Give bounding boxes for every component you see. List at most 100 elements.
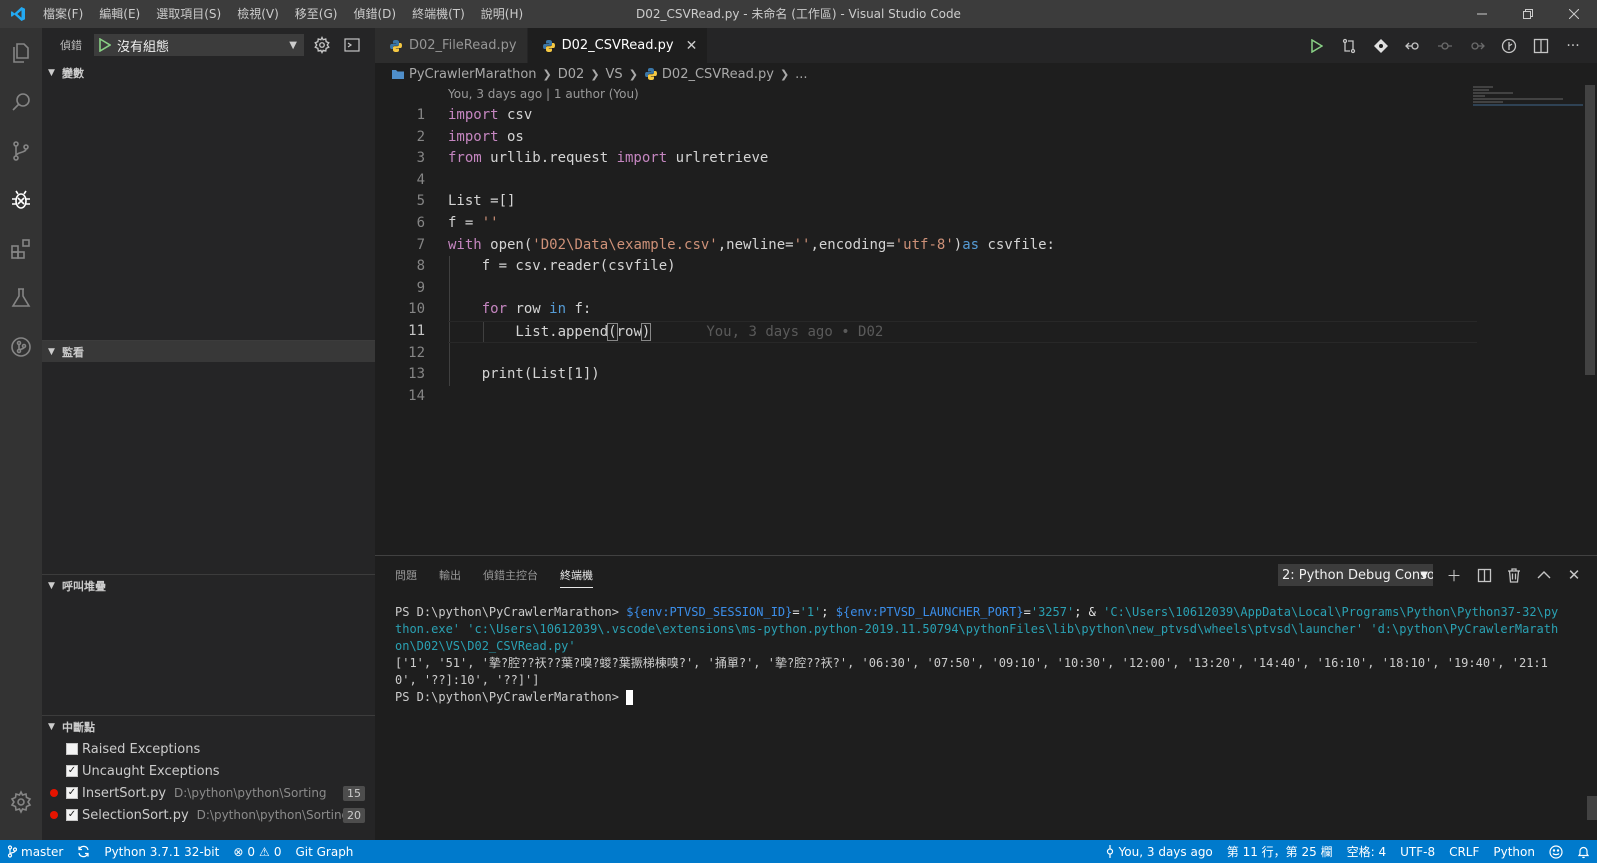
breakpoint-checkbox[interactable] bbox=[66, 743, 78, 755]
tab-d02-fileread[interactable]: D02_FileRead.py bbox=[375, 28, 528, 63]
python-file-icon bbox=[542, 39, 555, 52]
previous-revision-icon[interactable] bbox=[1401, 34, 1425, 58]
menu-edit[interactable]: 編輯(E) bbox=[91, 0, 148, 28]
file-encoding[interactable]: UTF-8 bbox=[1393, 840, 1442, 863]
indentation[interactable]: 空格: 4 bbox=[1340, 840, 1394, 863]
git-branch[interactable]: master bbox=[0, 840, 70, 863]
panel-scrollbar[interactable] bbox=[1587, 796, 1597, 820]
search-icon[interactable] bbox=[0, 77, 42, 126]
extensions-icon[interactable] bbox=[0, 224, 42, 273]
maximize-panel-icon[interactable] bbox=[1535, 565, 1553, 585]
warning-count: 0 bbox=[273, 844, 282, 859]
scrollbar-thumb[interactable] bbox=[1585, 85, 1595, 375]
breadcrumb-item[interactable]: D02 bbox=[558, 67, 585, 82]
menu-view[interactable]: 檢視(V) bbox=[229, 0, 287, 28]
launch-config-select[interactable]: 沒有組態 ▼ bbox=[94, 34, 304, 56]
menu-go[interactable]: 移至(G) bbox=[287, 0, 346, 28]
menu-file[interactable]: 檔案(F) bbox=[35, 0, 91, 28]
tab-output[interactable]: 輸出 bbox=[439, 567, 461, 583]
source-control-icon[interactable] bbox=[0, 126, 42, 175]
tab-problems[interactable]: 問題 bbox=[395, 567, 417, 583]
feedback-smiley-icon[interactable] bbox=[1542, 840, 1570, 863]
inline-blame: You, 3 days ago • D02 bbox=[706, 323, 884, 340]
git-history-icon[interactable] bbox=[0, 322, 42, 371]
debug-settings-gear-icon[interactable] bbox=[310, 34, 334, 56]
problems-counter[interactable]: ⊗ 0 ⚠ 0 bbox=[226, 840, 288, 863]
warning-icon: ⚠ bbox=[259, 844, 270, 859]
file-history-icon[interactable] bbox=[1497, 34, 1521, 58]
tab-debug-console[interactable]: 偵錯主控台 bbox=[483, 567, 538, 583]
menu-terminal[interactable]: 終端機(T) bbox=[404, 0, 473, 28]
menu-selection[interactable]: 選取項目(S) bbox=[148, 0, 229, 28]
compare-changes-icon[interactable] bbox=[1337, 34, 1361, 58]
sync-icon[interactable] bbox=[70, 840, 97, 863]
breakpoint-row[interactable]: ✓ Uncaught Exceptions bbox=[42, 760, 375, 782]
breakpoints-section-header[interactable]: ▼ 中斷點 bbox=[42, 715, 375, 737]
menu-help[interactable]: 說明(H) bbox=[473, 0, 531, 28]
run-python-icon[interactable] bbox=[1305, 34, 1329, 58]
tab-d02-csvread[interactable]: D02_CSVRead.py ✕ bbox=[527, 28, 709, 63]
commit-icon[interactable] bbox=[1433, 34, 1457, 58]
breadcrumb-item[interactable]: ... bbox=[795, 67, 807, 82]
minimap[interactable] bbox=[1473, 85, 1583, 115]
tab-label: D02_FileRead.py bbox=[409, 38, 517, 53]
terminal-select[interactable]: 2: Python Debug Console ▼ bbox=[1278, 564, 1433, 586]
minimize-button[interactable] bbox=[1459, 0, 1505, 28]
breakpoint-checkbox[interactable]: ✓ bbox=[66, 765, 78, 777]
breakpoint-path: D:\python\python\Sorting bbox=[174, 786, 327, 800]
language-mode[interactable]: Python bbox=[1486, 840, 1542, 863]
tab-terminal[interactable]: 終端機 bbox=[560, 567, 593, 588]
editor-scrollbar[interactable] bbox=[1583, 85, 1597, 555]
code-line: f = csv.reader(csvfile) bbox=[448, 256, 1477, 278]
close-icon[interactable]: ✕ bbox=[686, 38, 698, 54]
python-interpreter[interactable]: Python 3.7.1 32-bit bbox=[97, 840, 226, 863]
start-debug-icon[interactable] bbox=[99, 38, 111, 52]
variables-section-header[interactable]: ▼ 變數 bbox=[42, 62, 375, 84]
test-flask-icon[interactable] bbox=[0, 273, 42, 322]
debug-console-icon[interactable] bbox=[340, 34, 364, 56]
debug-icon[interactable] bbox=[0, 175, 42, 224]
breadcrumb-item[interactable]: VS bbox=[606, 67, 623, 82]
watch-section-header[interactable]: ▼ 監看 bbox=[42, 340, 375, 362]
git-lens-icon[interactable] bbox=[1369, 34, 1393, 58]
trash-icon[interactable] bbox=[1505, 565, 1523, 585]
line-number: 4 bbox=[416, 171, 425, 188]
git-blame-status[interactable]: You, 3 days ago bbox=[1098, 840, 1220, 863]
breakpoint-checkbox[interactable]: ✓ bbox=[66, 809, 78, 821]
code-editor[interactable]: You, 3 days ago | 1 author (You) 1 2 3 4… bbox=[375, 85, 1597, 555]
panel-actions: 2: Python Debug Console ▼ ＋ ✕ bbox=[1278, 564, 1583, 586]
terminal-output[interactable]: PS D:\python\PyCrawlerMarathon> ${env:PT… bbox=[395, 604, 1563, 706]
code-line: import csv bbox=[448, 107, 533, 123]
breakpoint-checkbox[interactable]: ✓ bbox=[66, 787, 78, 799]
error-icon: ⊗ bbox=[233, 844, 244, 859]
codelens-authors[interactable]: You, 3 days ago | 1 author (You) bbox=[448, 87, 639, 101]
cursor-position[interactable]: 第 11 行，第 25 欄 bbox=[1220, 840, 1340, 863]
end-of-line[interactable]: CRLF bbox=[1442, 840, 1486, 863]
git-branch-icon bbox=[7, 845, 17, 858]
git-graph-button[interactable]: Git Graph bbox=[288, 840, 360, 863]
breakpoints-section-title: 中斷點 bbox=[62, 720, 95, 734]
breakpoint-row[interactable]: ✓ InsertSort.py D:\python\python\Sorting… bbox=[42, 782, 375, 804]
restore-button[interactable] bbox=[1505, 0, 1551, 28]
breakpoint-row[interactable]: Raised Exceptions bbox=[42, 738, 375, 760]
split-editor-icon[interactable] bbox=[1529, 34, 1553, 58]
callstack-section-header[interactable]: ▼ 呼叫堆疊 bbox=[42, 574, 375, 596]
activity-bar bbox=[0, 28, 42, 840]
more-actions-icon[interactable]: ··· bbox=[1561, 34, 1585, 58]
breakpoints-list: Raised Exceptions ✓ Uncaught Exceptions … bbox=[42, 738, 375, 826]
menu-debug[interactable]: 偵錯(D) bbox=[345, 0, 404, 28]
chevron-down-icon: ▼ bbox=[48, 68, 55, 78]
close-window-button[interactable] bbox=[1551, 0, 1597, 28]
explorer-icon[interactable] bbox=[0, 28, 42, 77]
breakpoint-row[interactable]: ✓ SelectionSort.py D:\python\python\Sort… bbox=[42, 804, 375, 826]
next-revision-icon[interactable] bbox=[1465, 34, 1489, 58]
settings-gear-icon[interactable] bbox=[0, 777, 42, 826]
breadcrumb-item[interactable]: PyCrawlerMarathon bbox=[409, 67, 537, 82]
breadcrumb-item[interactable]: D02_CSVRead.py bbox=[662, 67, 774, 82]
new-terminal-icon[interactable]: ＋ bbox=[1445, 565, 1463, 585]
close-panel-icon[interactable]: ✕ bbox=[1565, 565, 1583, 585]
breakpoint-line-badge: 20 bbox=[343, 807, 365, 823]
terminal-prompt: PS D:\python\PyCrawlerMarathon> bbox=[395, 605, 619, 619]
split-terminal-icon[interactable] bbox=[1475, 565, 1493, 585]
notifications-bell-icon[interactable] bbox=[1570, 840, 1597, 863]
